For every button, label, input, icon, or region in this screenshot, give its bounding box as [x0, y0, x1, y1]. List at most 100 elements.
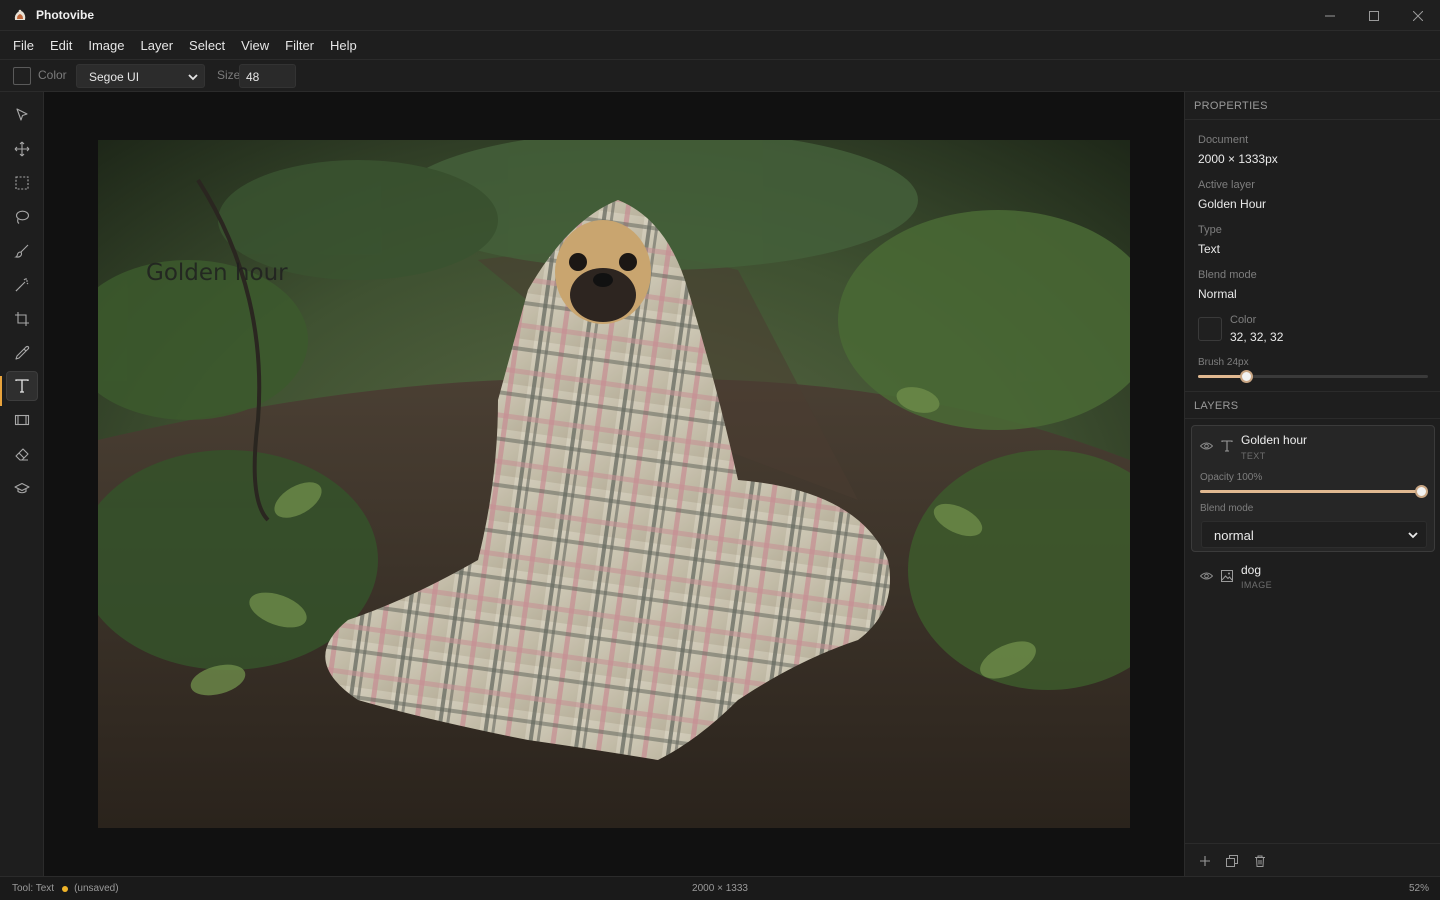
layer-color-swatch[interactable]: [1198, 317, 1222, 341]
dog-image-layer[interactable]: Golden hour: [98, 140, 1130, 828]
eraser-tool-button[interactable]: [6, 439, 38, 469]
marquee-icon: [15, 176, 29, 190]
close-icon: [1413, 10, 1423, 21]
crop-icon: [15, 312, 29, 326]
layer-blend-label: Blend mode: [1200, 503, 1254, 514]
chevron-down-icon: [1408, 532, 1418, 539]
color-label: Color: [38, 68, 67, 82]
menu-view[interactable]: View: [233, 31, 277, 60]
layers-header: LAYERS: [1185, 391, 1440, 419]
type-label: Type: [1198, 224, 1222, 236]
brush-size-fill: [1198, 375, 1247, 378]
brush-size-thumb[interactable]: [1240, 370, 1254, 383]
stamp-icon: [14, 482, 30, 494]
opacity-thumb[interactable]: [1415, 485, 1428, 498]
move-tool-button[interactable]: [6, 134, 38, 164]
menu-bar: File Edit Image Layer Select View Filter…: [0, 31, 1440, 60]
layer-name: Golden hour: [1241, 433, 1308, 447]
tool-bar: [0, 92, 44, 876]
menu-help[interactable]: Help: [322, 31, 365, 60]
app-title: Photovibe: [36, 8, 95, 22]
status-saved-state: (unsaved): [74, 883, 119, 894]
move-icon: [14, 141, 30, 157]
lasso-tool-button[interactable]: [6, 202, 38, 232]
text-layer-icon: [1221, 440, 1233, 452]
menu-image[interactable]: Image: [80, 31, 132, 60]
layers-footer: [1185, 843, 1440, 876]
minimize-button[interactable]: [1308, 0, 1352, 31]
filmstrip-icon: [14, 414, 30, 426]
document-value: 2000 × 1333px: [1198, 152, 1278, 166]
blend-mode-select-value: normal: [1214, 528, 1254, 543]
brush-icon: [14, 244, 29, 258]
close-window-button[interactable]: [1396, 0, 1440, 31]
maximize-icon: [1369, 10, 1379, 21]
app-logo-icon: [14, 9, 26, 20]
duplicate-layer-icon[interactable]: [1225, 854, 1239, 868]
golden-hour-text-layer[interactable]: Golden hour: [146, 260, 288, 286]
options-bar: Color Segoe UI Size 48: [0, 60, 1440, 92]
active-tool-indicator: [0, 376, 2, 406]
minimize-icon: [1325, 15, 1335, 16]
eye-icon[interactable]: [1200, 571, 1213, 581]
menu-layer[interactable]: Layer: [133, 31, 182, 60]
image-layer-icon: [1221, 570, 1233, 582]
unsaved-indicator: [62, 885, 69, 892]
brush-size-label: Brush 24px: [1198, 357, 1249, 368]
type-value: Text: [1198, 242, 1221, 256]
layer-kind: IMAGE: [1241, 580, 1273, 590]
delete-layer-icon[interactable]: [1253, 854, 1267, 868]
select-tool-button[interactable]: [6, 100, 38, 130]
status-dimensions: 2000 × 1333: [692, 883, 748, 894]
crop-tool-button[interactable]: [6, 304, 38, 334]
layer-item-dog[interactable]: dog IMAGE: [1191, 560, 1435, 600]
active-layer-value: Golden Hour: [1198, 197, 1267, 211]
layer-kind: TEXT: [1241, 451, 1266, 461]
layer-name: dog: [1241, 563, 1262, 577]
dog-photo: [98, 140, 1130, 828]
menu-select[interactable]: Select: [181, 31, 233, 60]
opacity-fill: [1200, 490, 1421, 493]
status-tool: Tool: Text: [12, 883, 55, 894]
eye-icon[interactable]: [1200, 441, 1213, 451]
active-layer-label: Active layer: [1198, 179, 1255, 191]
magic-wand-tool-button[interactable]: [6, 270, 38, 300]
eraser-icon: [15, 448, 29, 461]
marquee-tool-button[interactable]: [6, 168, 38, 198]
magic-wand-icon: [15, 278, 29, 292]
eyedropper-tool-button[interactable]: [6, 338, 38, 368]
layer-item-golden-hour[interactable]: Golden hour TEXT Opacity 100% Blend mode…: [1191, 425, 1435, 552]
text-tool-button[interactable]: [6, 371, 38, 401]
zoom-level[interactable]: 52%: [1409, 883, 1429, 894]
brush-size-slider[interactable]: [1198, 370, 1428, 383]
font-size-input[interactable]: 48: [239, 64, 296, 88]
title-bar: Photovibe: [0, 0, 1440, 31]
text-color-swatch[interactable]: [13, 67, 31, 85]
color-label: Color: [1230, 314, 1257, 326]
font-family-select[interactable]: Segoe UI: [76, 64, 205, 88]
lasso-icon: [15, 210, 30, 224]
chevron-down-icon: [188, 74, 198, 81]
add-layer-icon[interactable]: [1198, 854, 1212, 868]
properties-header: PROPERTIES: [1185, 92, 1440, 120]
blend-mode-label: Blend mode: [1198, 269, 1257, 281]
maximize-button[interactable]: [1352, 0, 1396, 31]
status-bar: Tool: Text (unsaved) 2000 × 1333 52%: [0, 876, 1440, 900]
document-label: Document: [1198, 134, 1249, 146]
right-panel: PROPERTIES Document 2000 × 1333px Active…: [1184, 92, 1440, 876]
brush-tool-button[interactable]: [6, 236, 38, 266]
menu-filter[interactable]: Filter: [277, 31, 322, 60]
menu-edit[interactable]: Edit: [42, 31, 80, 60]
opacity-slider[interactable]: [1200, 485, 1428, 498]
blend-mode-select[interactable]: normal: [1201, 521, 1427, 548]
stamp-tool-button[interactable]: [6, 473, 38, 503]
size-label: Size: [217, 68, 241, 82]
filmstrip-tool-button[interactable]: [6, 405, 38, 435]
text-tool-icon: [15, 379, 29, 393]
menu-file[interactable]: File: [5, 31, 42, 60]
canvas-area[interactable]: Golden hour: [44, 92, 1184, 876]
font-family-value: Segoe UI: [89, 70, 140, 84]
blend-mode-value: Normal: [1198, 287, 1237, 301]
eyedropper-icon: [15, 345, 30, 360]
opacity-label: Opacity 100%: [1200, 472, 1263, 483]
